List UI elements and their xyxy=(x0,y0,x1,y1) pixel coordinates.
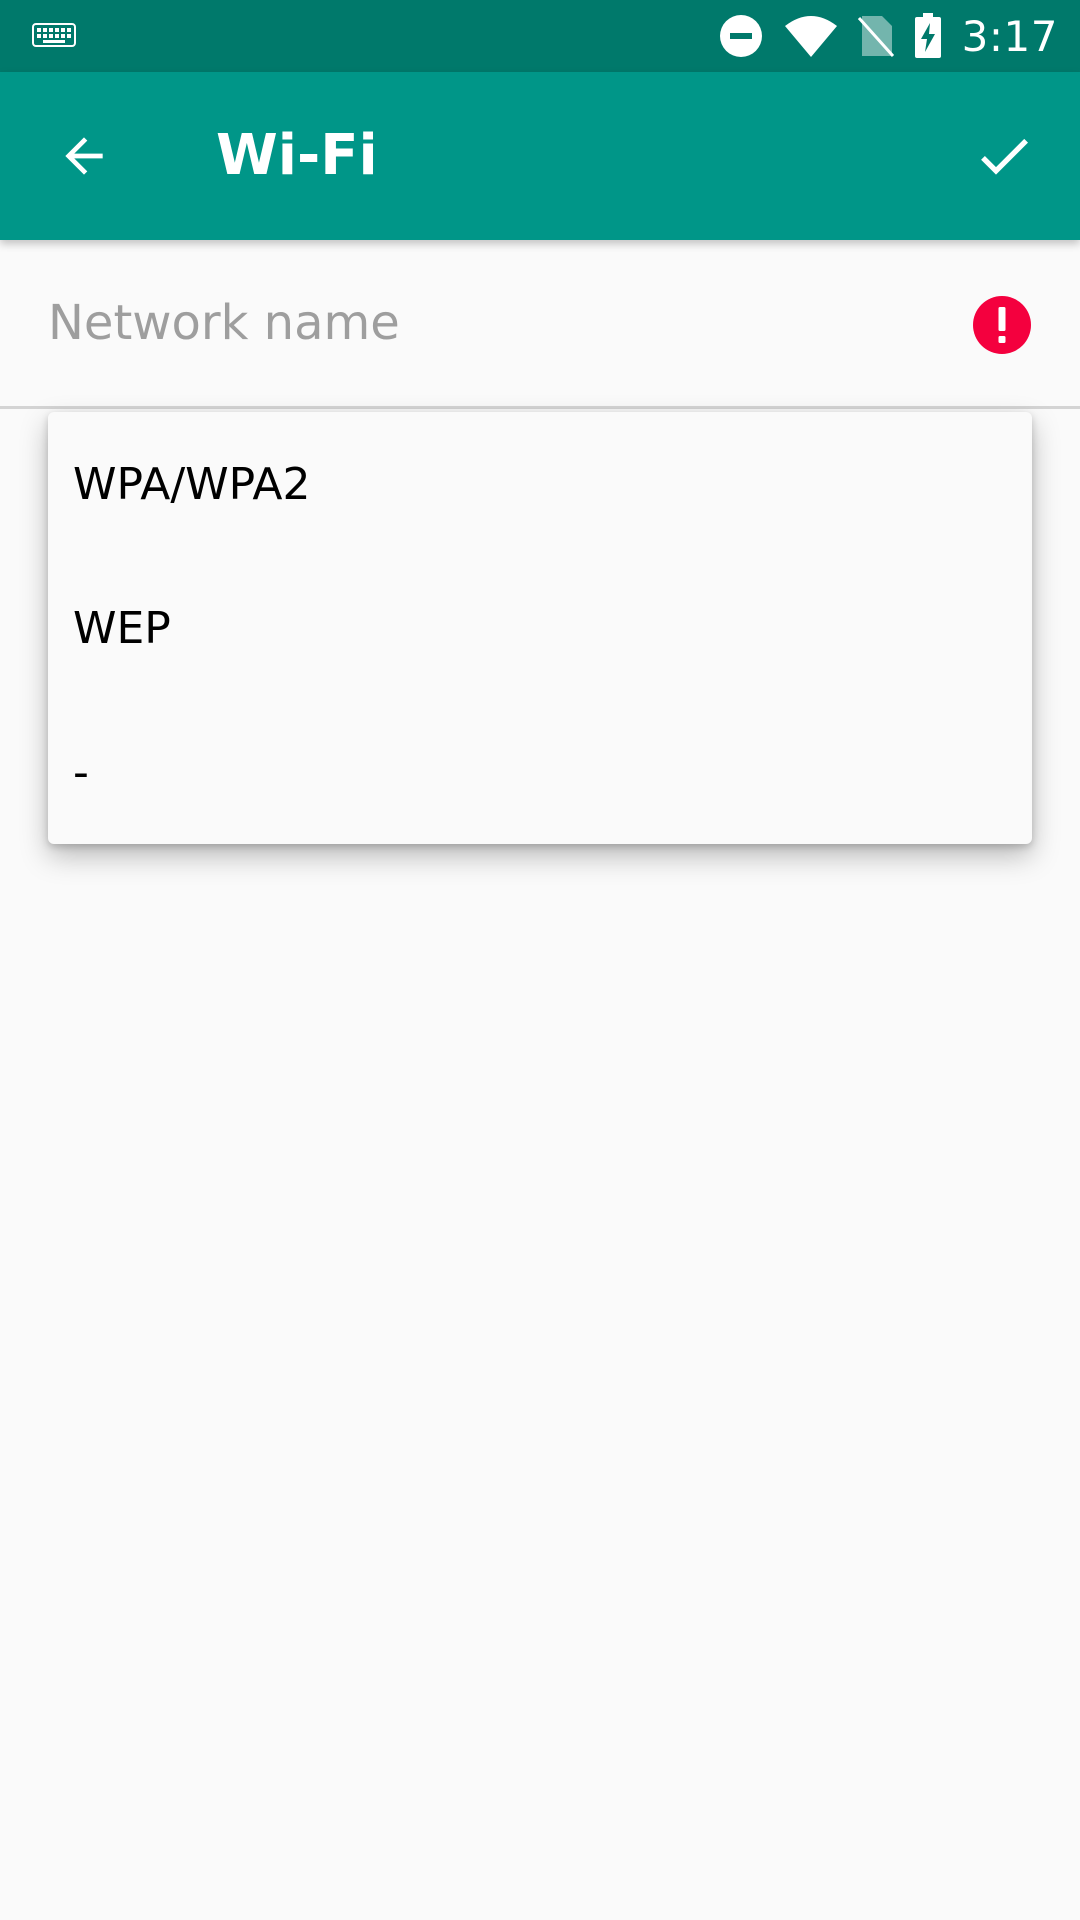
error-icon[interactable] xyxy=(972,295,1032,355)
done-button[interactable] xyxy=(956,108,1052,204)
status-icons: 3:17 xyxy=(718,0,1058,72)
status-time: 3:17 xyxy=(961,11,1058,61)
do-not-disturb-icon xyxy=(719,15,762,57)
security-dropdown-menu: WPA/WPA2 WEP - xyxy=(48,412,1032,844)
network-name-field xyxy=(0,240,1080,410)
page-title: Wi-Fi xyxy=(216,123,378,188)
back-button[interactable] xyxy=(36,108,132,204)
security-option-none[interactable]: - xyxy=(48,700,1032,844)
security-option-wep[interactable]: WEP xyxy=(48,556,1032,700)
security-option-wpa-wpa2[interactable]: WPA/WPA2 xyxy=(48,412,1032,556)
check-icon xyxy=(981,138,1028,175)
arrow-back-icon xyxy=(65,137,103,175)
no-sim-icon xyxy=(857,16,894,58)
status-bar: 3:17 xyxy=(0,0,1080,72)
toolbar: Wi-Fi xyxy=(0,72,1080,240)
network-name-underline xyxy=(0,406,1080,409)
network-name-input[interactable] xyxy=(0,240,1080,406)
wifi-icon xyxy=(784,16,837,57)
battery-charging-icon xyxy=(914,13,941,58)
keyboard-icon xyxy=(32,23,76,47)
